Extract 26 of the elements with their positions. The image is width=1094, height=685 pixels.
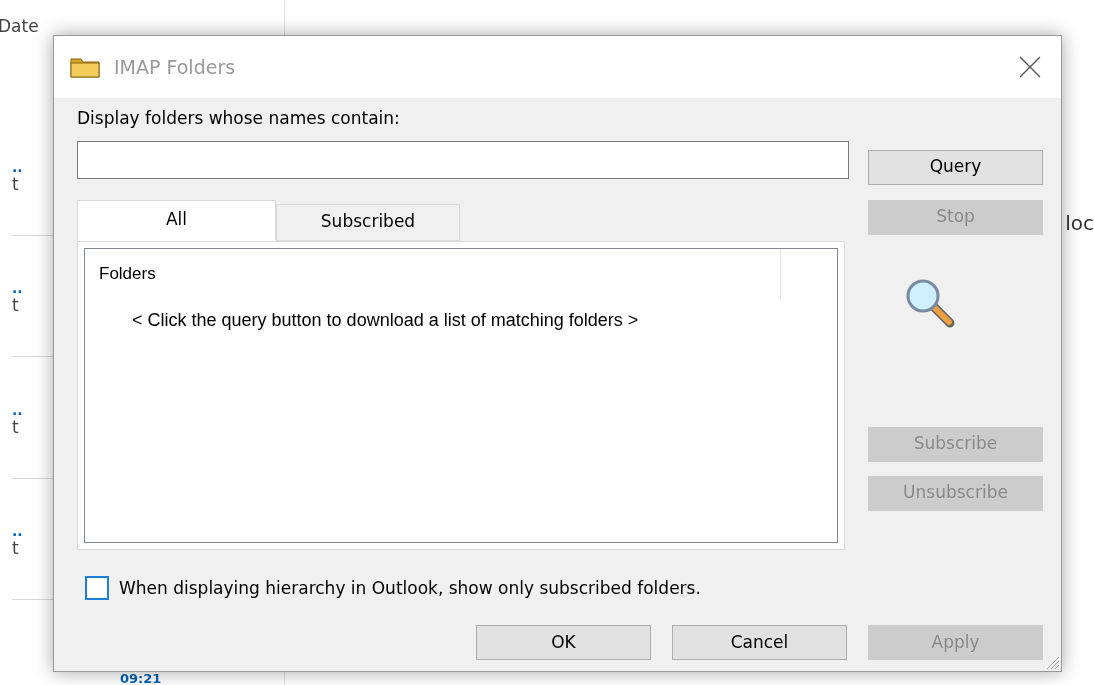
message-date: .. [12, 526, 23, 537]
window-title: IMAP Folders [114, 54, 237, 80]
message-date: .. [12, 283, 23, 294]
resize-grip-icon[interactable] [1044, 654, 1060, 670]
message-time: 09:21 [120, 673, 162, 685]
folder-icon [70, 56, 100, 78]
filter-label: Display folders whose names contain: [77, 107, 401, 130]
empty-list-message: < Click the query button to download a list of matching folders > [132, 308, 640, 332]
reading-pane-text: loc [1065, 210, 1094, 237]
query-button[interactable]: Query [868, 149, 1043, 185]
dialog-button[interactable]: Cancel [672, 625, 847, 660]
message-text: t [12, 173, 19, 196]
dialog-button[interactable]: OK [476, 625, 651, 660]
close-icon[interactable] [1019, 56, 1041, 78]
message-text: t [12, 294, 19, 318]
column-header: Date [0, 15, 39, 38]
message-text: t [12, 415, 19, 439]
message-date: .. [12, 404, 23, 415]
filter-input[interactable] [77, 140, 849, 179]
checkbox-label: When displaying hierarchy in Outlook, show only subscribed folders. [119, 576, 701, 600]
checkbox[interactable] [85, 576, 109, 601]
tab[interactable]: All [77, 199, 276, 241]
message-date: .. [12, 162, 23, 172]
tab[interactable]: Subscribed [276, 203, 460, 241]
message-text: t [12, 537, 19, 561]
column-header[interactable]: Folders [85, 248, 781, 299]
